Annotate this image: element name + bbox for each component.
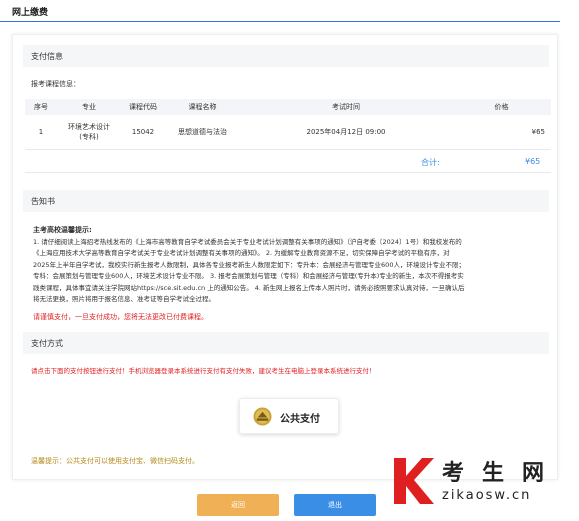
col-header-price: 价格 xyxy=(452,99,551,115)
total-row: 合计: ¥65 xyxy=(25,151,551,173)
notice-line: 专科：会展策划与管理专业600人，环境艺术设计专业不限。 3. 报考会展策划与管… xyxy=(33,272,464,280)
public-pay-label: 公共支付 xyxy=(280,414,320,425)
watermark: 考生网 zikaosw.cn xyxy=(392,452,579,512)
payment-info-section-bar: 支付信息 xyxy=(23,45,549,67)
col-header-major: 专业 xyxy=(57,99,121,115)
payment-card: 支付信息 报考课程信息： 序号 专业 课程代码 课程名称 考试时间 价格 1 环… xyxy=(12,34,558,480)
notice-section-title: 告知书 xyxy=(31,197,55,206)
fee-table: 序号 专业 课程代码 课程名称 考试时间 价格 1 环境艺术设计 (专科) 15… xyxy=(25,99,551,150)
notice-line: 《上海应用技术大学高等教育自学考试关于专业考试计划调整有关事项的通知》。 2. … xyxy=(33,249,450,257)
col-header-code: 课程代码 xyxy=(121,99,165,115)
payment-tip: 温馨提示：公共支付可以使用支付宝、微信扫码支付。 xyxy=(31,457,199,465)
notice-content: 主考高校温馨提示: 1. 请仔细阅读上海招考热线发布的《上海市高等教育自学考试委… xyxy=(33,225,553,323)
payment-warning: 请谨慎支付，一旦支付成功，您将无法更改已付费课程。 xyxy=(33,312,208,321)
total-label: 合计: xyxy=(421,158,440,167)
payment-instruction: 请点击下面的支付按钮进行支付！手机浏览器登录本系统进行支付有支付失败，建议考生在… xyxy=(31,367,376,375)
cell-major-line1: 环境艺术设计 xyxy=(68,122,110,131)
cell-major-line2: (专科) xyxy=(79,132,99,141)
watermark-k-logo-icon xyxy=(394,458,434,504)
notice-section-bar: 告知书 xyxy=(23,190,549,212)
page-header: 网上缴费 xyxy=(0,0,560,22)
payment-method-section-bar: 支付方式 xyxy=(23,332,549,354)
cell-price: ¥65 xyxy=(452,115,551,150)
watermark-brand-cn: 考生网 xyxy=(442,460,563,486)
bank-logo-icon xyxy=(253,407,272,426)
total-value: ¥65 xyxy=(525,157,541,166)
notice-heading: 主考高校温馨提示: xyxy=(33,226,92,234)
col-header-time: 考试时间 xyxy=(240,99,452,115)
cell-course-name: 思想道德与法治 xyxy=(165,115,240,150)
cell-exam-time: 2025年04月12日 09:00 xyxy=(240,115,452,150)
notice-line: 1. 请仔细阅读上海招考热线发布的《上海市高等教育自学考试委员会关于专业考试计划… xyxy=(33,237,462,246)
fee-table-header: 序号 专业 课程代码 课程名称 考试时间 价格 xyxy=(25,99,551,115)
page-title: 网上缴费 xyxy=(12,8,49,18)
public-pay-button[interactable]: 公共支付 xyxy=(239,398,339,434)
col-header-index: 序号 xyxy=(25,99,57,115)
payment-method-section-title: 支付方式 xyxy=(31,339,63,348)
cell-major: 环境艺术设计 (专科) xyxy=(57,115,121,150)
notice-line: 2025年上半年自学考试，我校实行新生报考人数限制，具体各专业报考新生人数限定如… xyxy=(33,260,465,269)
payment-info-section-title: 支付信息 xyxy=(31,52,63,61)
exit-button[interactable]: 退出 xyxy=(294,494,376,516)
watermark-brand-en: zikaosw.cn xyxy=(442,488,532,503)
courses-label: 报考课程信息： xyxy=(31,80,80,88)
col-header-name: 课程名称 xyxy=(165,99,240,115)
cell-index: 1 xyxy=(25,115,57,150)
notice-line: 践类课程，具体事宜请关注学院网站https://sce.sit.edu.cn 上… xyxy=(33,283,465,292)
table-row: 1 环境艺术设计 (专科) 15042 思想道德与法治 2025年04月12日 … xyxy=(25,115,551,150)
cell-code: 15042 xyxy=(121,115,165,150)
back-button[interactable]: 返回 xyxy=(197,494,279,516)
notice-line: 将无法更换，照片将用于报名信息、准考证等自学考试全过程。 xyxy=(33,295,215,303)
